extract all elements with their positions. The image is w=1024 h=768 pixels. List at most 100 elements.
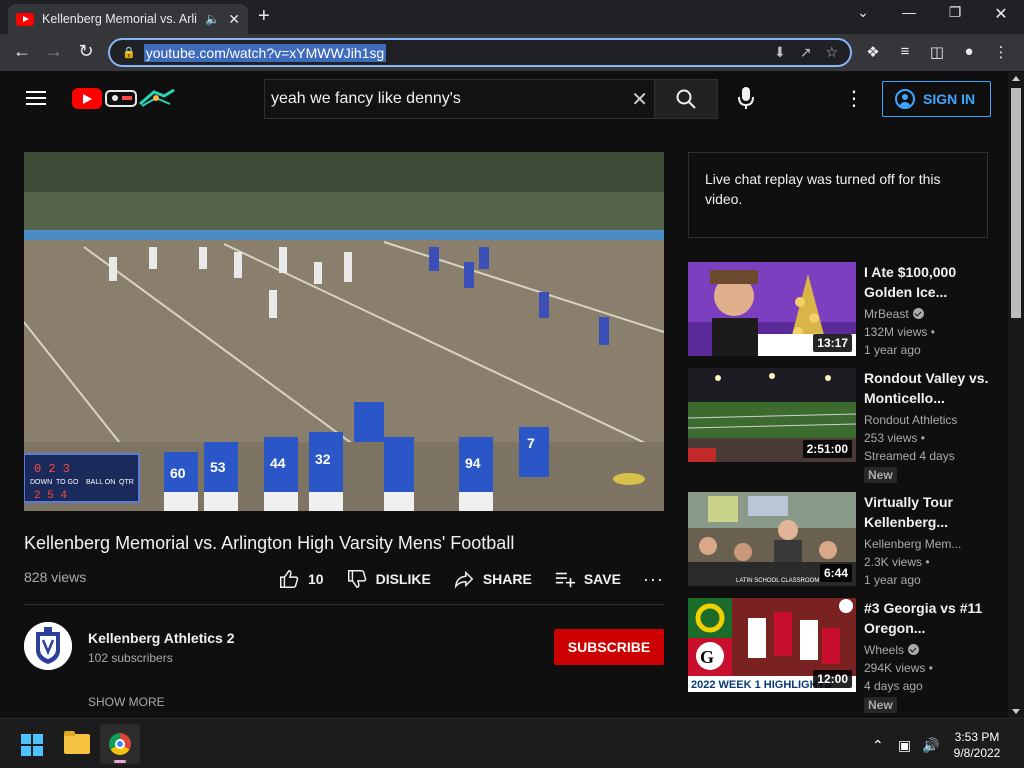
more-actions-icon[interactable]: ··· [643, 569, 664, 590]
show-more-button[interactable]: SHOW MORE [88, 695, 165, 709]
video-thumbnail[interactable]: 13:17 [688, 262, 856, 356]
forward-arrow-icon[interactable]: → [42, 41, 66, 62]
verified-check-icon [908, 644, 920, 655]
search-input[interactable] [271, 90, 611, 108]
suggested-views: 294K views • [864, 661, 933, 675]
suggested-video[interactable]: 13:17 I Ate $100,000 Golden Ice... MrBea… [688, 262, 998, 358]
settings-kebab-icon[interactable]: ⋮ [844, 86, 864, 111]
suggested-video[interactable]: G 2022 WEEK 1 HIGHLIGHTS 12:00 #3 Georgi… [688, 598, 998, 713]
suggested-views: 2.3K views • [864, 555, 930, 569]
restore-button[interactable]: ❐ [940, 4, 970, 21]
minimize-button[interactable]: — [894, 4, 924, 20]
video-thumbnail[interactable]: G 2022 WEEK 1 HIGHLIGHTS 12:00 [688, 598, 856, 692]
channel-name[interactable]: Kellenberg Athletics 2 [88, 630, 235, 646]
suggested-channel[interactable]: Kellenberg Mem... [864, 537, 961, 551]
bookmark-star-icon[interactable]: ☆ [825, 44, 838, 61]
clock-time: 3:53 PM [954, 730, 1000, 744]
scroll-down-arrow-icon[interactable] [1012, 709, 1020, 714]
new-badge: New [864, 467, 897, 483]
doodle-logo-icon[interactable] [104, 86, 176, 110]
windows-start-icon[interactable] [21, 734, 43, 756]
speaker-icon[interactable]: 🔈 [205, 12, 220, 26]
page-scrollbar[interactable] [1008, 72, 1024, 718]
channel-avatar[interactable] [24, 622, 72, 670]
suggested-title[interactable]: I Ate $100,000 Golden Ice... [864, 262, 990, 302]
close-tab-icon[interactable]: ✕ [228, 11, 240, 28]
reload-icon[interactable]: ↻ [74, 41, 98, 62]
divider [24, 604, 664, 605]
search-button[interactable] [654, 79, 718, 119]
microphone-icon[interactable] [734, 84, 758, 112]
video-duration: 13:17 [813, 334, 852, 352]
video-duration: 12:00 [813, 670, 852, 688]
file-explorer-icon[interactable] [64, 731, 90, 754]
install-icon[interactable]: ⬇ [774, 44, 786, 61]
share-button[interactable]: SHARE [453, 568, 532, 590]
tray-chevron-up-icon[interactable]: ⌃ [872, 737, 884, 754]
thumbs-up-icon [280, 570, 299, 588]
subscriber-count: 102 subscribers [88, 651, 173, 665]
side-panel-icon[interactable]: ◫ [926, 43, 948, 61]
subscribe-button[interactable]: SUBSCRIBE [554, 629, 664, 665]
sign-in-label: SIGN IN [923, 91, 976, 107]
suggested-channel[interactable]: MrBeast [864, 307, 924, 321]
scoreboard-label-togo: TO GO [56, 479, 79, 486]
video-player[interactable]: 0 2 3 DOWN TO GO BALL ON QTR 2 5 4 60 53… [24, 152, 664, 511]
close-window-button[interactable]: ✕ [986, 4, 1016, 24]
youtube-logo-icon[interactable] [72, 88, 102, 109]
url-text[interactable]: youtube.com/watch?v=xYMWWJih1sg [143, 43, 387, 62]
address-toolbar: ← → ↻ 🔒 youtube.com/watch?v=xYMWWJih1sg … [0, 34, 1024, 72]
scoreboard-label-down: DOWN [30, 479, 52, 486]
suggested-title[interactable]: #3 Georgia vs #11 Oregon... [864, 598, 990, 638]
verified-check-icon [912, 308, 924, 319]
like-button[interactable]: 10 [278, 568, 324, 590]
omnibox[interactable]: 🔒 youtube.com/watch?v=xYMWWJih1sg ⬇ ↗ ☆ [108, 38, 852, 67]
sign-in-button[interactable]: SIGN IN [882, 81, 991, 117]
tab-search-chevron-icon[interactable]: ⌄ [848, 4, 878, 21]
scrollbar-thumb[interactable] [1011, 88, 1021, 318]
jersey-number: 94 [465, 455, 481, 471]
extensions-puzzle-icon[interactable]: ❖ [862, 43, 884, 61]
chrome-taskbar-button[interactable] [100, 724, 140, 764]
thumbnail-caption: LATIN SCHOOL CLASSROOM [736, 578, 819, 584]
suggested-video[interactable]: 2:51:00 Rondout Valley vs. Monticello...… [688, 368, 998, 483]
hamburger-menu-icon[interactable] [26, 91, 46, 105]
video-thumbnail[interactable]: 2:51:00 [688, 368, 856, 462]
back-arrow-icon[interactable]: ← [10, 41, 34, 62]
suggested-video[interactable]: LATIN SCHOOL CLASSROOM 6:44 Virtually To… [688, 492, 998, 588]
suggested-views: 253 views • [864, 431, 925, 445]
search-box[interactable]: ✕ [264, 79, 654, 119]
youtube-header: ✕ ⋮ SIGN IN [0, 72, 1008, 124]
media-queue-icon[interactable]: ≡ [894, 43, 916, 60]
jersey-number: 32 [315, 451, 331, 467]
save-label: SAVE [583, 571, 621, 587]
new-tab-button[interactable]: + [258, 5, 270, 28]
search-icon [676, 89, 696, 109]
network-icon[interactable]: ▣ [898, 737, 911, 754]
new-badge: New [864, 697, 897, 713]
view-count: 828 views [24, 569, 87, 585]
dislike-button[interactable]: DISLIKE [346, 568, 431, 590]
chrome-menu-icon[interactable]: ⋮ [990, 43, 1012, 61]
clear-search-icon[interactable]: ✕ [631, 87, 648, 112]
suggested-title[interactable]: Virtually Tour Kellenberg... [864, 492, 990, 532]
volume-icon[interactable]: 🔊 [922, 737, 939, 754]
chrome-logo-icon [109, 733, 131, 755]
school-crest-icon [24, 622, 72, 670]
suggested-title[interactable]: Rondout Valley vs. Monticello... [864, 368, 990, 408]
scroll-up-arrow-icon[interactable] [1012, 76, 1020, 81]
taskbar-clock[interactable]: 3:53 PM 9/8/2022 [948, 729, 1006, 761]
browser-tab[interactable]: Kellenberg Memorial vs. Arlin 🔈 ✕ [8, 4, 248, 34]
active-app-indicator [114, 760, 126, 763]
save-button[interactable]: SAVE [554, 568, 621, 590]
lock-icon[interactable]: 🔒 [122, 46, 136, 59]
profile-icon[interactable]: ● [958, 43, 980, 60]
video-duration: 2:51:00 [802, 440, 852, 458]
video-duration: 6:44 [819, 564, 852, 582]
suggested-channel[interactable]: Rondout Athletics [864, 413, 957, 427]
svg-text:2 5 4: 2 5 4 [34, 490, 67, 502]
video-thumbnail[interactable]: LATIN SCHOOL CLASSROOM 6:44 [688, 492, 856, 586]
suggested-channel[interactable]: Wheels [864, 643, 920, 657]
share-page-icon[interactable]: ↗ [800, 44, 812, 61]
video-actions: 10 DISLIKE SHARE SAVE ··· [278, 566, 664, 592]
